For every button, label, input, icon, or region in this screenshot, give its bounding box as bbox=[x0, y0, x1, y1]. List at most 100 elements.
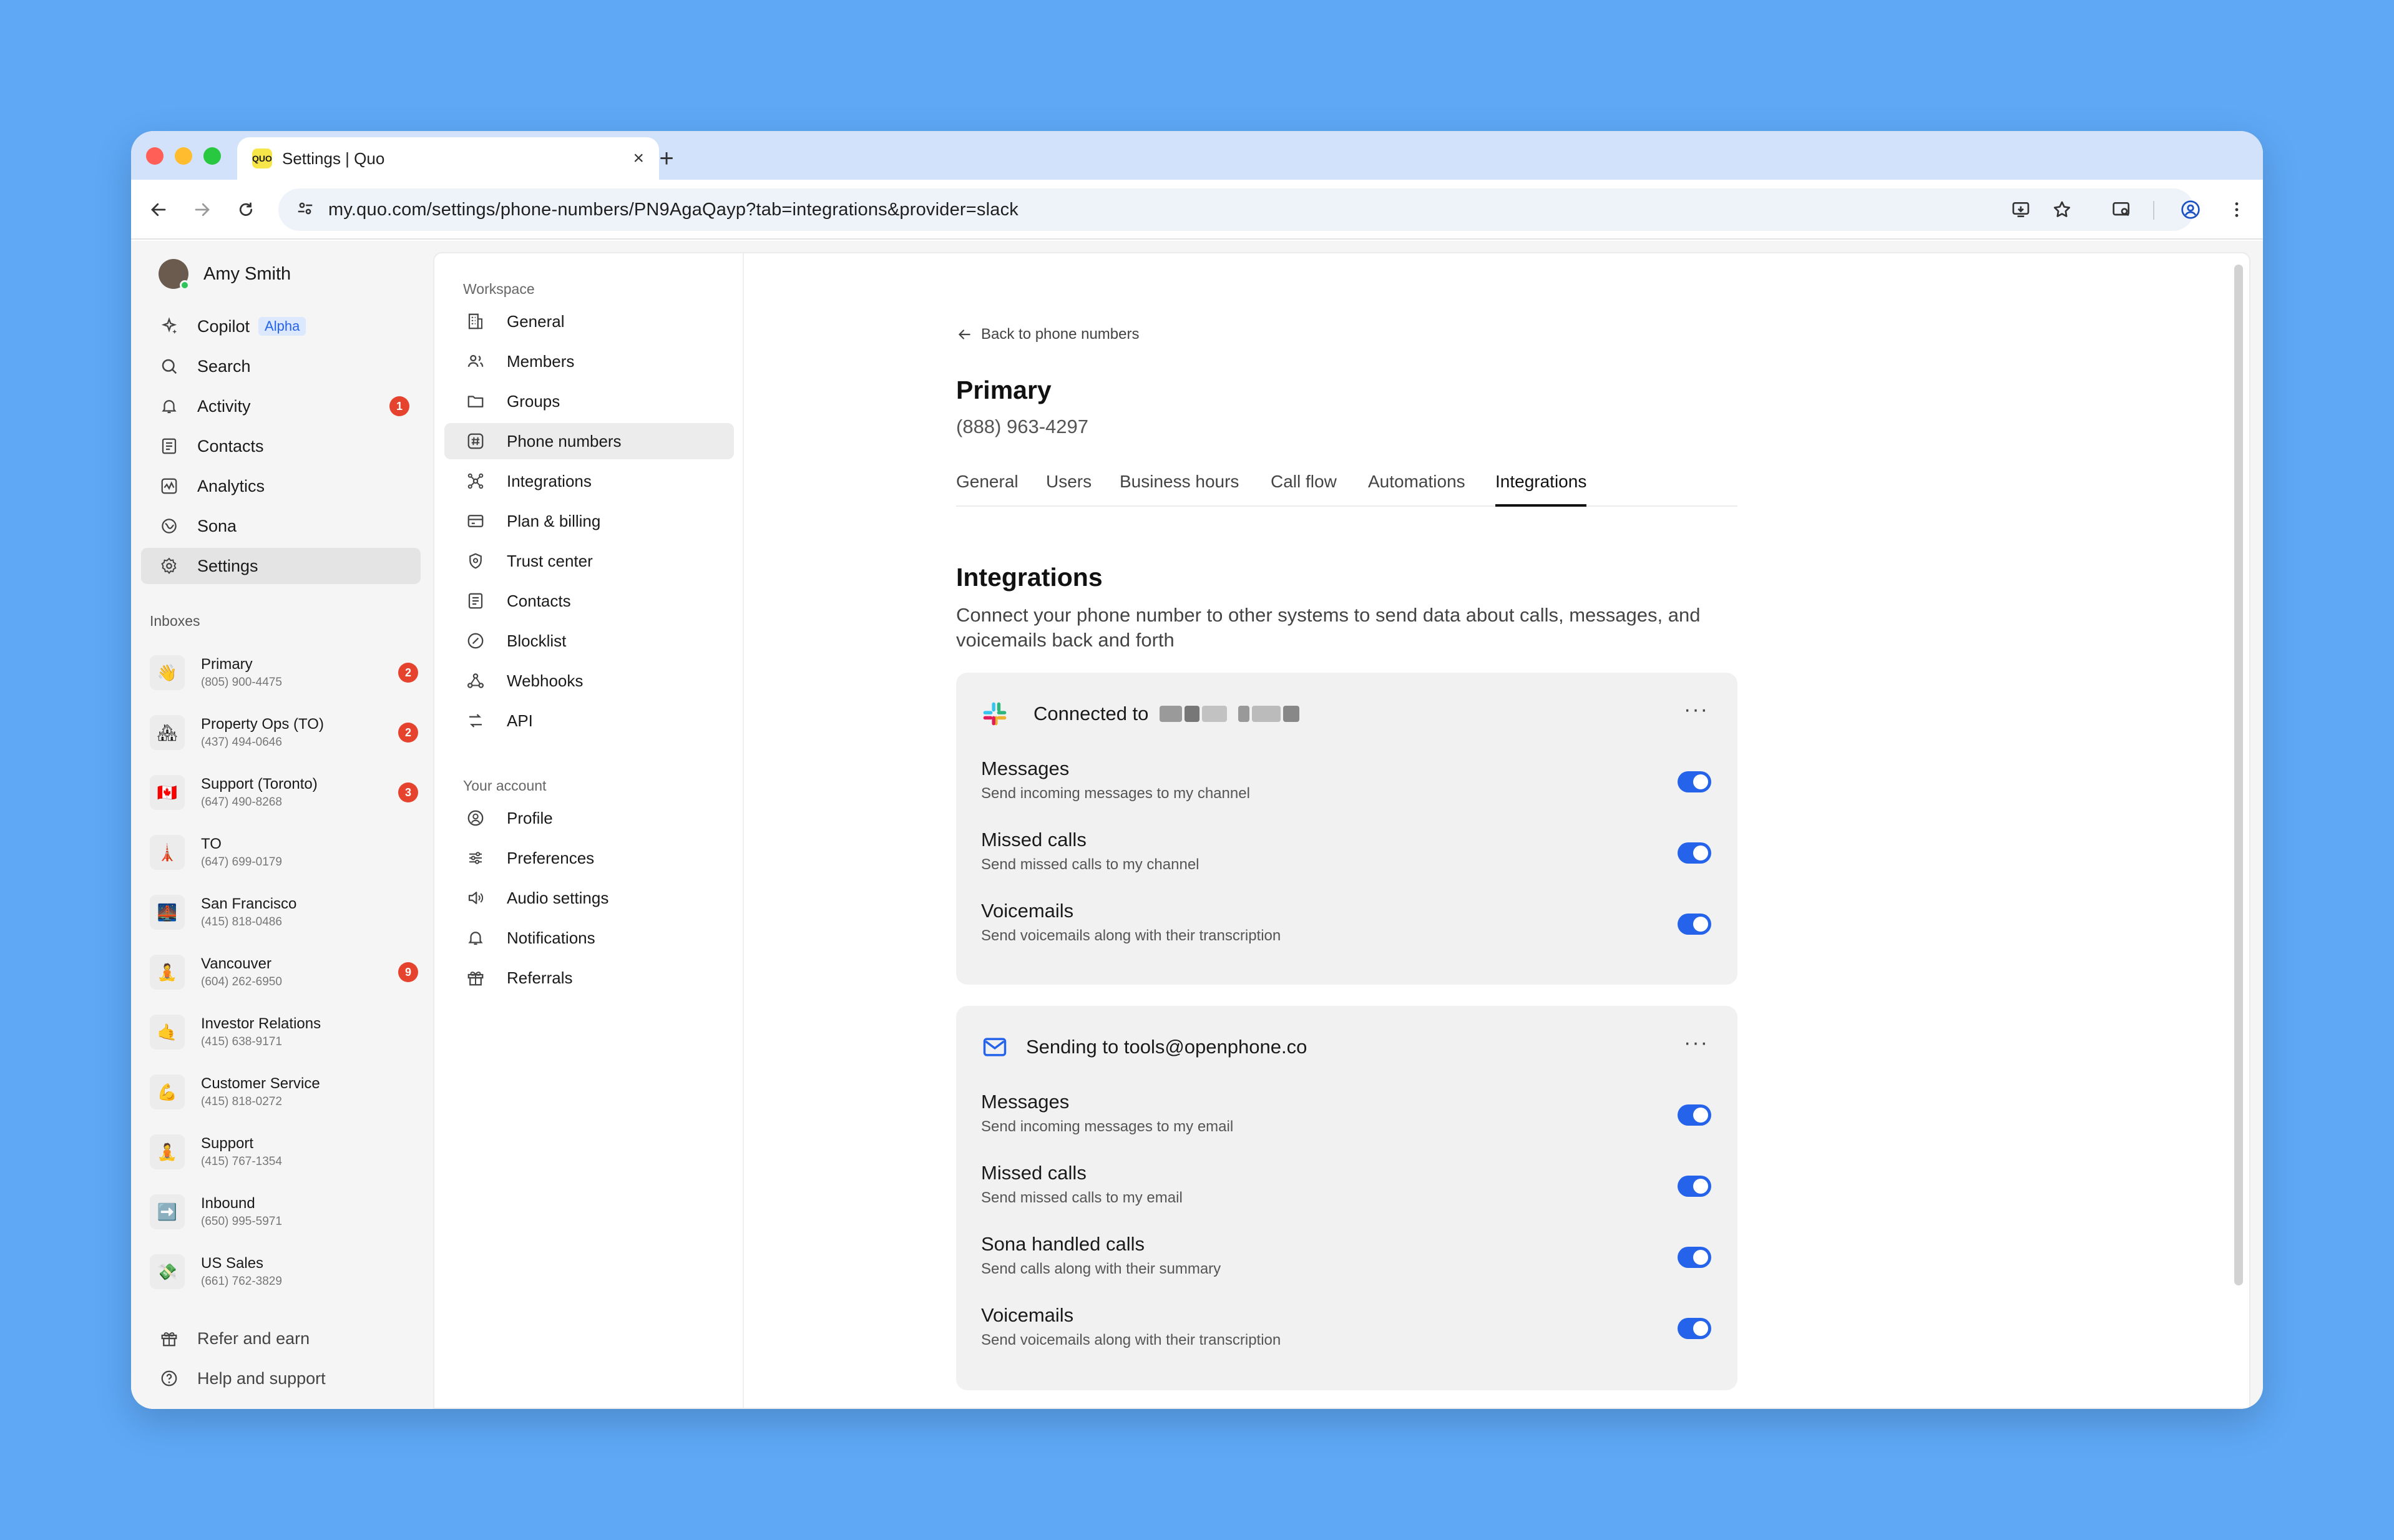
browser-menu-icon[interactable] bbox=[2222, 195, 2252, 225]
subnav-api-label: API bbox=[507, 711, 533, 730]
new-tab-button[interactable]: + bbox=[649, 141, 684, 176]
email-messages-toggle[interactable] bbox=[1678, 1104, 1711, 1126]
row-title: Messages bbox=[981, 1091, 1070, 1113]
inbox-emoji-icon: 🤙 bbox=[150, 1015, 185, 1050]
subnav-integrations[interactable]: Integrations bbox=[444, 463, 734, 499]
quo-favicon-icon: QUO bbox=[252, 149, 272, 168]
email-missed-calls-toggle[interactable] bbox=[1678, 1176, 1711, 1197]
profile-icon[interactable] bbox=[2176, 195, 2206, 225]
nav-activity[interactable]: Activity 1 bbox=[141, 388, 421, 424]
subnav-notifications[interactable]: Notifications bbox=[444, 920, 734, 956]
online-status-dot bbox=[180, 280, 190, 290]
inbox-badge: 2 bbox=[398, 723, 418, 743]
address-bar[interactable]: my.quo.com/settings/phone-numbers/PN9Aga… bbox=[278, 188, 2194, 231]
subnav-groups-label: Groups bbox=[507, 391, 560, 411]
inbox-name: Inbound bbox=[201, 1195, 255, 1212]
close-window-button[interactable] bbox=[146, 147, 164, 165]
tab-integrations[interactable]: Integrations bbox=[1495, 469, 1587, 507]
row-subtitle: Send missed calls to my channel bbox=[981, 856, 1199, 873]
inbox-phone: (437) 494-0646 bbox=[201, 736, 282, 749]
subnav-blocklist[interactable]: Blocklist bbox=[444, 623, 734, 659]
email-sona-calls-toggle[interactable] bbox=[1678, 1247, 1711, 1268]
inbox-item[interactable]: 💪 Customer Service (415) 818-0272 bbox=[150, 1070, 424, 1114]
user-profile[interactable]: Amy Smith bbox=[141, 256, 421, 292]
slack-missed-calls-toggle[interactable] bbox=[1678, 842, 1711, 864]
email-card-more-button[interactable]: ··· bbox=[1684, 1031, 1709, 1055]
subnav-general[interactable]: General bbox=[444, 303, 734, 339]
tab-users[interactable]: Users bbox=[1046, 469, 1092, 507]
subnav-contacts[interactable]: Contacts bbox=[444, 583, 734, 619]
inbox-item[interactable]: 🧘 Vancouver (604) 262-6950 9 bbox=[150, 950, 424, 995]
nav-settings[interactable]: Settings bbox=[141, 548, 421, 584]
inbox-phone: (415) 818-0486 bbox=[201, 915, 282, 928]
subnav-referrals[interactable]: Referrals bbox=[444, 960, 734, 996]
sliders-icon bbox=[466, 848, 486, 868]
site-settings-icon[interactable] bbox=[296, 199, 315, 221]
minimize-window-button[interactable] bbox=[175, 147, 192, 165]
help-and-support-link[interactable]: Help and support bbox=[141, 1360, 421, 1396]
subnav-trust-center[interactable]: Trust center bbox=[444, 543, 734, 579]
install-app-icon[interactable] bbox=[2006, 195, 2036, 225]
inbox-item[interactable]: 🇨🇦 Support (Toronto) (647) 490-8268 3 bbox=[150, 770, 424, 815]
nav-search[interactable]: Search bbox=[141, 348, 421, 384]
inbox-item[interactable]: 🤙 Investor Relations (415) 638-9171 bbox=[150, 1010, 424, 1055]
content-scrollbar[interactable] bbox=[2234, 265, 2243, 1285]
refer-and-earn-label: Refer and earn bbox=[197, 1328, 310, 1348]
tab-business-hours[interactable]: Business hours bbox=[1120, 469, 1239, 507]
email-card-header: Sending to tools@openphone.co bbox=[981, 1030, 1307, 1065]
nav-sona-label: Sona bbox=[197, 516, 237, 535]
tab-general[interactable]: General bbox=[956, 469, 1019, 507]
main-sidebar: Amy Smith Copilot Alpha Search Activity … bbox=[131, 241, 432, 1409]
nav-contacts[interactable]: Contacts bbox=[141, 428, 421, 464]
inbox-item[interactable]: 🏘 Property Ops (TO) (437) 494-0646 2 bbox=[150, 710, 424, 755]
inbox-name: Customer Service bbox=[201, 1075, 320, 1092]
inbox-item[interactable]: 🌉 San Francisco (415) 818-0486 bbox=[150, 890, 424, 935]
subnav-api[interactable]: API bbox=[444, 703, 734, 739]
email-voicemails-toggle[interactable] bbox=[1678, 1318, 1711, 1339]
tab-automations[interactable]: Automations bbox=[1368, 469, 1465, 507]
close-tab-icon[interactable]: × bbox=[633, 148, 644, 169]
subnav-profile[interactable]: Profile bbox=[444, 800, 734, 836]
slack-integration-card: Connected to ··· Messages Send incoming … bbox=[956, 673, 1737, 985]
folder-icon bbox=[466, 391, 486, 411]
maximize-window-button[interactable] bbox=[203, 147, 221, 165]
slack-card-more-button[interactable]: ··· bbox=[1684, 698, 1709, 722]
browser-window: QUO Settings | Quo × + my.quo.com/settin… bbox=[131, 131, 2263, 1409]
inbox-item[interactable]: 🧘 Support (415) 767-1354 bbox=[150, 1129, 424, 1174]
sona-icon bbox=[159, 515, 180, 537]
subnav-groups[interactable]: Groups bbox=[444, 383, 734, 419]
page-title: Primary bbox=[956, 376, 1052, 404]
back-button[interactable] bbox=[144, 195, 173, 225]
back-to-phone-numbers-link[interactable]: Back to phone numbers bbox=[956, 326, 1140, 343]
tab-call-flow[interactable]: Call flow bbox=[1271, 469, 1337, 507]
subnav-phone-numbers[interactable]: Phone numbers bbox=[444, 423, 734, 459]
inbox-name: Support (Toronto) bbox=[201, 776, 318, 792]
row-subtitle: Send calls along with their summary bbox=[981, 1260, 1221, 1277]
subnav-webhooks[interactable]: Webhooks bbox=[444, 663, 734, 699]
refer-and-earn-link[interactable]: Refer and earn bbox=[141, 1320, 421, 1357]
bookmark-star-icon[interactable] bbox=[2047, 195, 2077, 225]
inbox-item[interactable]: 🗼 TO (647) 699-0179 bbox=[150, 830, 424, 875]
reload-button[interactable] bbox=[231, 195, 261, 225]
nav-copilot[interactable]: Copilot Alpha bbox=[141, 308, 421, 344]
nav-sona[interactable]: Sona bbox=[141, 508, 421, 544]
inbox-emoji-icon: 🏘 bbox=[150, 715, 185, 750]
nav-analytics[interactable]: Analytics bbox=[141, 468, 421, 504]
activity-badge: 1 bbox=[389, 396, 409, 416]
bell-icon bbox=[466, 928, 486, 948]
browser-tab[interactable]: QUO Settings | Quo × bbox=[237, 137, 659, 180]
slack-voicemails-toggle[interactable] bbox=[1678, 914, 1711, 935]
subnav-members[interactable]: Members bbox=[444, 343, 734, 379]
subnav-audio-settings[interactable]: Audio settings bbox=[444, 880, 734, 916]
slack-messages-toggle[interactable] bbox=[1678, 771, 1711, 792]
subnav-plan-billing[interactable]: Plan & billing bbox=[444, 503, 734, 539]
inbox-item[interactable]: ➡️ Inbound (650) 995-5971 bbox=[150, 1189, 424, 1234]
inbox-item[interactable]: 💸 US Sales (661) 762-3829 bbox=[150, 1249, 424, 1294]
speaker-icon bbox=[466, 888, 486, 908]
tab-search-icon[interactable] bbox=[2107, 195, 2137, 225]
forward-button[interactable] bbox=[187, 195, 217, 225]
inbox-item[interactable]: 👋 Primary (805) 900-4475 2 bbox=[150, 650, 424, 695]
app-area: Amy Smith Copilot Alpha Search Activity … bbox=[131, 241, 2263, 1409]
tab-strip: QUO Settings | Quo × + bbox=[131, 131, 2263, 180]
subnav-preferences[interactable]: Preferences bbox=[444, 840, 734, 876]
